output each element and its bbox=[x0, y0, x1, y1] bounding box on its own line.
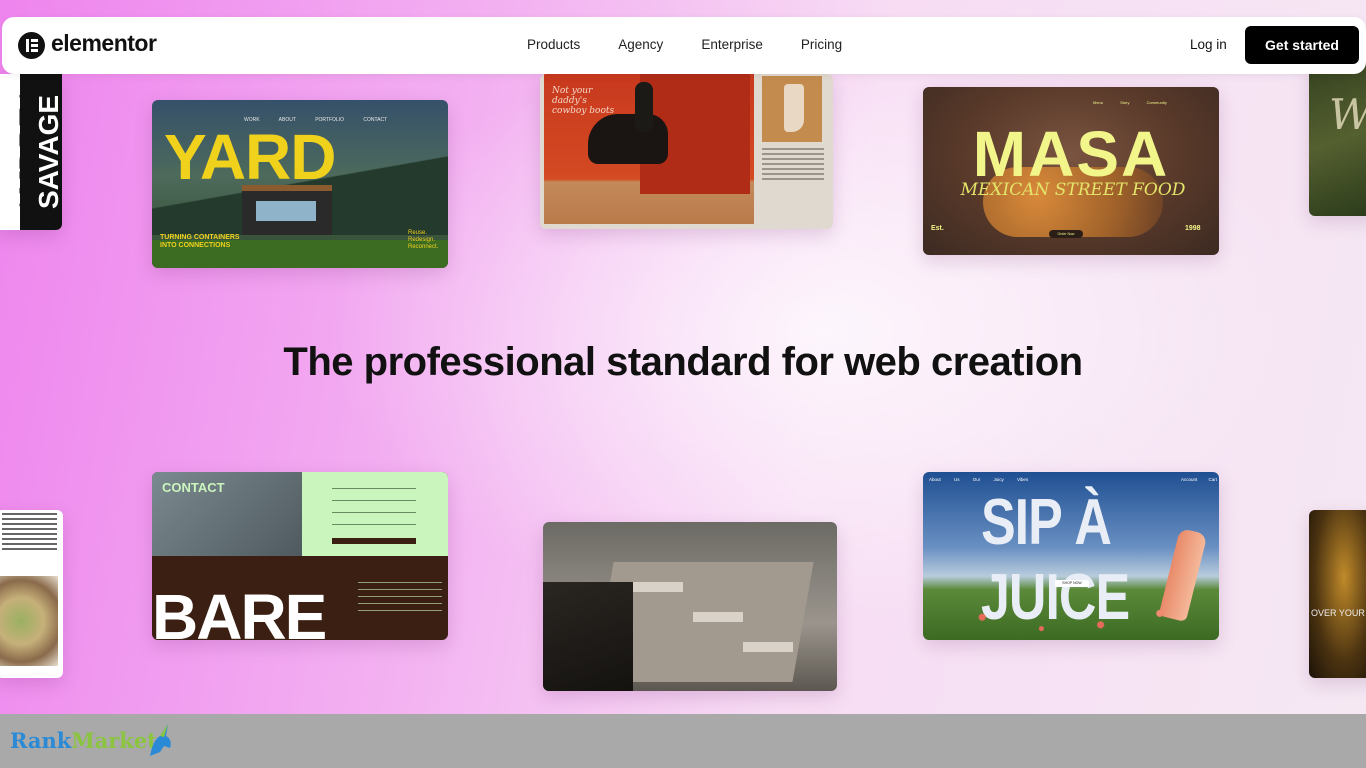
card-bare-title: BARE bbox=[152, 581, 327, 640]
flower-field bbox=[923, 602, 1219, 640]
elementor-logo-icon[interactable] bbox=[18, 32, 45, 59]
contact-form-preview bbox=[302, 472, 448, 556]
showcase-card-yard[interactable]: WORK ABOUT PORTFOLIO CONTACT YARD TURNIN… bbox=[152, 100, 448, 268]
tagline-right-2: Redesign. bbox=[408, 237, 436, 243]
desk bbox=[693, 612, 743, 622]
quote-line-3: cowboy boots bbox=[552, 106, 615, 116]
tagline-line-1: TURNING CONTAINERS bbox=[160, 234, 240, 241]
showcase-card-bare[interactable]: CONTACT BARE bbox=[152, 472, 448, 640]
get-started-button[interactable]: Get started bbox=[1245, 26, 1359, 64]
card-masa-year: 1998 bbox=[1185, 225, 1201, 232]
boot-image bbox=[762, 76, 822, 142]
script-letter-decoration: W bbox=[1329, 90, 1366, 139]
card-yard-tagline: TURNING CONTAINERS INTO CONNECTIONS bbox=[160, 234, 240, 250]
showcase-card-cowboy-boots[interactable]: Not your daddy's cowboy boots bbox=[540, 74, 833, 229]
showcase-card-andrea-savage[interactable]: ANDREA SAVAGE bbox=[0, 74, 62, 230]
nav-link-agency[interactable]: Agency bbox=[618, 37, 663, 52]
showcase-card-right-bottom[interactable]: OVER YOUR bbox=[1309, 510, 1366, 678]
card-bare-info-lines bbox=[358, 582, 442, 617]
card-savage-name: SAVAGE bbox=[33, 94, 62, 210]
showcase-card-left-bottom[interactable] bbox=[0, 510, 63, 678]
nav-link-enterprise[interactable]: Enterprise bbox=[701, 37, 763, 52]
login-link[interactable]: Log in bbox=[1190, 37, 1227, 52]
footer-strip bbox=[0, 714, 1366, 768]
watermark-part-2: Market bbox=[71, 728, 157, 753]
card-bare-contact: CONTACT bbox=[162, 480, 225, 495]
card-masa-nav: Menu Story Community bbox=[1093, 100, 1167, 105]
card-juice-shop-button: SHOP NOW bbox=[1055, 580, 1089, 587]
card-horse-quote: Not your daddy's cowboy boots bbox=[552, 86, 614, 116]
nav-links: Products Agency Enterprise Pricing bbox=[527, 37, 842, 52]
quote-line-2: daddy's bbox=[552, 96, 587, 106]
horse-image bbox=[588, 114, 668, 164]
card-horse-text-lines bbox=[762, 148, 824, 183]
showcase-card-masa[interactable]: Menu Story Community MASA MEXICAN STREET… bbox=[923, 87, 1219, 255]
tagline-right-1: Reuse. bbox=[408, 230, 428, 236]
watermark-part-1: Rank bbox=[10, 728, 72, 753]
stairwell-shadow bbox=[543, 582, 633, 691]
card-juice-nav-left: About Us Our Juicy Vibes bbox=[929, 477, 1029, 482]
showcase-card-sip-a-juice[interactable]: About Us Our Juicy Vibes Account Cart SI… bbox=[923, 472, 1219, 640]
desk bbox=[633, 582, 683, 592]
nav-link-products[interactable]: Products bbox=[527, 37, 580, 52]
tagline-line-2: INTO CONNECTIONS bbox=[160, 242, 231, 249]
text-lines bbox=[0, 513, 63, 550]
card-yard-title: YARD bbox=[164, 121, 336, 193]
unicorn-icon bbox=[150, 724, 171, 756]
card-masa-subtitle: MEXICAN STREET FOOD bbox=[960, 180, 1186, 200]
quote-line-1: Not your bbox=[552, 86, 593, 96]
card-masa-est: Est. bbox=[931, 225, 944, 232]
desk bbox=[743, 642, 793, 652]
tagline-right-3: Reconnect. bbox=[408, 244, 439, 250]
rankmarket-watermark: RankMarket bbox=[10, 728, 157, 753]
card-yard-tagline-right: Reuse. Redesign. Reconnect. bbox=[408, 230, 438, 251]
logo-wordmark[interactable]: elementor bbox=[51, 30, 157, 57]
hero-section: ANDREA SAVAGE WORK ABOUT PORTFOLIO CONTA… bbox=[0, 0, 1366, 714]
card-right-bottom-text: OVER YOUR bbox=[1311, 608, 1365, 618]
top-navbar: elementor Products Agency Enterprise Pri… bbox=[2, 17, 1366, 74]
card-juice-nav-right: Account Cart bbox=[1181, 477, 1218, 482]
showcase-card-right-top[interactable]: W bbox=[1309, 60, 1366, 216]
nav-link-pricing[interactable]: Pricing bbox=[801, 37, 842, 52]
food-image bbox=[0, 576, 58, 666]
card-masa-order-button: Order Now bbox=[1049, 230, 1083, 238]
showcase-card-office-photo[interactable] bbox=[543, 522, 837, 691]
hero-headline: The professional standard for web creati… bbox=[283, 340, 1083, 384]
rider-image bbox=[635, 82, 653, 132]
